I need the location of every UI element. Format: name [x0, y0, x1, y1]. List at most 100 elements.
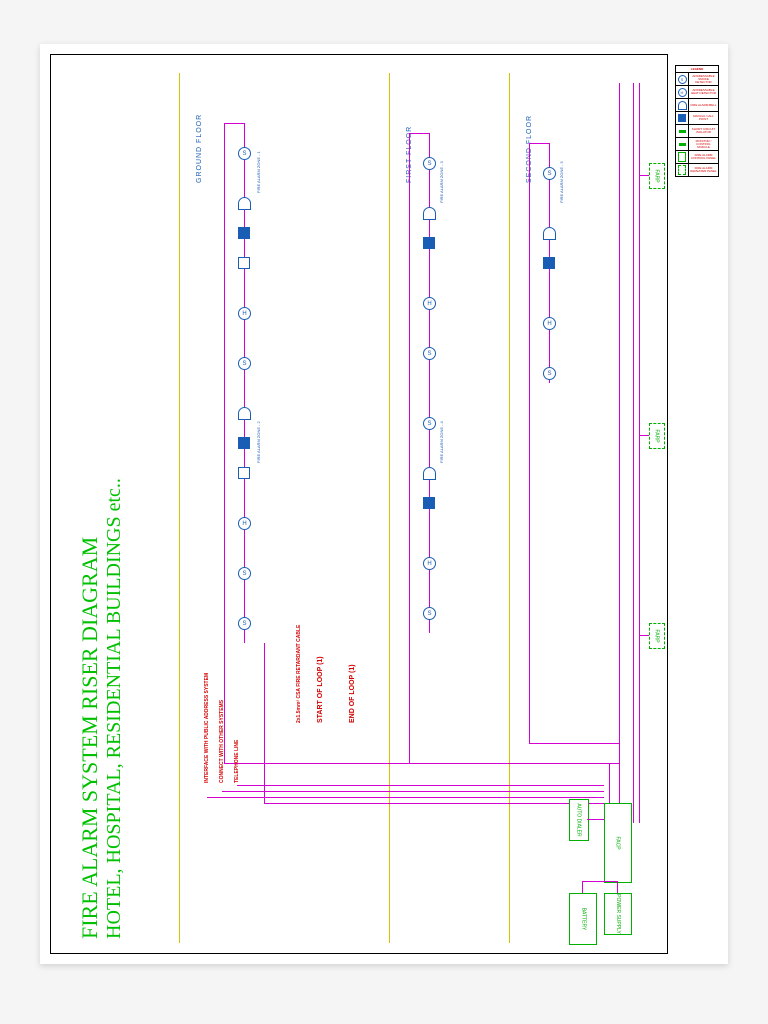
zone-label-2: FIRE ALARM ZONE - 2: [256, 421, 261, 463]
label-ground-floor: GROUND FLOOR: [196, 114, 203, 183]
device-smoke-2f-2: S: [543, 367, 555, 379]
label-other-systems: CONNECT WITH OTHER SYSTEMS: [219, 700, 225, 783]
legend-txt: FIRE ALARM CONTROL PANEL: [689, 151, 718, 163]
facp-label: FACP: [615, 836, 621, 849]
device-smoke-1f-1: S: [423, 157, 435, 169]
facp-feed-end-v: [609, 763, 610, 803]
legend-txt: MANUAL CALL POINT: [689, 112, 718, 124]
label-pa-interface: INTERFACE WITH PUBLIC ADDRESS SYSTEM: [204, 673, 210, 783]
farp-1f-label: FARP: [654, 429, 660, 442]
device-bell-1f-1: [423, 207, 435, 219]
farp-gf-label: FARP: [654, 629, 660, 642]
device-heat-1f-2: H: [423, 557, 435, 569]
power-supply-box: POWER SUPPLY: [604, 893, 632, 935]
legend-txt: FIRE ALARM BELL: [689, 99, 718, 111]
power-supply-label: POWER SUPPLY: [615, 894, 621, 934]
farp-riser-1: [633, 83, 634, 823]
legend-sym-heat: H: [676, 86, 689, 98]
loop-1f-cap: [409, 133, 429, 134]
device-mcp-1f-2: [423, 497, 435, 509]
loop-2f-right: [529, 743, 619, 744]
legend-row: S ADDRESSABLE SMOKE DETECTOR: [676, 73, 718, 86]
legend-sym-iso: [676, 125, 689, 137]
wire-power-batt-h: [582, 881, 617, 882]
device-mcp-2f: [543, 257, 555, 269]
drawing-area: FIRE ALARM SYSTEM RISER DIAGRAM HOTEL, H…: [59, 63, 659, 945]
device-bell-gf-2: [238, 407, 250, 419]
farp-1f: FARP: [649, 423, 665, 449]
title-line-2: HOTEL, HOSPITAL, RESIDENTIAL BUILDINGS e…: [103, 478, 126, 939]
facp-feed-start: [264, 803, 609, 804]
legend-row: MONITOR / CONTROL MODULE: [676, 138, 718, 151]
legend-title: LEGEND: [676, 66, 718, 73]
legend-sym-facp: [676, 151, 689, 163]
device-heat-2f: H: [543, 317, 555, 329]
legend-sym-farp: [676, 164, 689, 176]
farp-stub-gf: [639, 635, 649, 636]
loop-gf-cap: [224, 123, 244, 124]
device-mod-gf-1: [238, 257, 250, 269]
legend-box: LEGEND S ADDRESSABLE SMOKE DETECTOR H AD…: [675, 65, 719, 177]
legend-row: FIRE ALARM BELL: [676, 99, 718, 112]
legend-txt: SHORT CIRCUIT ISOLATOR: [689, 125, 718, 137]
device-smoke-2f-1: S: [543, 167, 555, 179]
drawing-frame: FIRE ALARM SYSTEM RISER DIAGRAM HOTEL, H…: [50, 54, 668, 954]
farp-riser-2: [639, 83, 640, 823]
legend-row: SHORT CIRCUIT ISOLATOR: [676, 125, 718, 138]
device-mod-gf-2: [238, 467, 250, 479]
device-smoke-gf-1: S: [238, 147, 250, 159]
loop-gf-top: [224, 123, 225, 763]
device-mcp-gf-1: [238, 227, 250, 239]
legend-sym-bell: [676, 99, 689, 111]
battery-box: BATTERY: [569, 893, 597, 945]
legend-txt: FIRE ALARM REPEATER PANEL: [689, 164, 718, 176]
riser-end: [619, 743, 620, 803]
device-bell-2f: [543, 227, 555, 239]
riser-start: [264, 643, 265, 803]
farp-gf: FARP: [649, 623, 665, 649]
zone-label-4: FIRE ALARM ZONE - 4: [439, 421, 444, 463]
zone-label-5: FIRE ALARM ZONE - 5: [559, 161, 564, 203]
battery-label: BATTERY: [580, 908, 586, 931]
loop-2f-riser-out: [619, 83, 620, 743]
floor-separator-g-base: [179, 73, 180, 943]
label-end-of-loop: END OF LOOP (1): [349, 664, 356, 723]
device-heat-gf-2: H: [238, 517, 250, 529]
legend-txt: ADDRESSABLE SMOKE DETECTOR: [689, 73, 718, 85]
device-bell-gf-1: [238, 197, 250, 209]
floor-separator-1-g: [389, 73, 390, 943]
zone-label-3: FIRE ALARM ZONE - 3: [439, 161, 444, 203]
device-smoke-gf-2: S: [238, 357, 250, 369]
label-cable-spec: 2x1.5mm² CSA FIRE RETARDANT CABLE: [296, 625, 302, 723]
legend-txt: MONITOR / CONTROL MODULE: [689, 138, 718, 150]
device-heat-gf-1: H: [238, 307, 250, 319]
legend-sym-mcp: [676, 112, 689, 124]
floor-separator-2-1: [509, 73, 510, 943]
legend-row: FIRE ALARM CONTROL PANEL: [676, 151, 718, 164]
facp-box: FACP: [604, 803, 632, 883]
wire-power-batt-v: [582, 881, 583, 893]
device-smoke-1f-4: S: [423, 607, 435, 619]
device-smoke-1f-2: S: [423, 347, 435, 359]
loop-2f-top: [529, 143, 530, 743]
legend-row: FIRE ALARM REPEATER PANEL: [676, 164, 718, 176]
wire-other: [222, 791, 604, 792]
wire-pa: [207, 797, 604, 798]
farp-stub-2f: [639, 175, 649, 176]
loop-1f-top: [409, 133, 410, 763]
drawing-sheet: FIRE ALARM SYSTEM RISER DIAGRAM HOTEL, H…: [40, 44, 728, 964]
legend-row: H ADDRESSABLE HEAT DETECTOR: [676, 86, 718, 99]
device-smoke-gf-3: S: [238, 567, 250, 579]
legend-sym-smoke: S: [676, 73, 689, 85]
device-smoke-gf-4: S: [238, 617, 250, 629]
loop-2f-dev-cap: [529, 143, 549, 144]
auto-dialer-label: AUTO DIALER: [576, 803, 582, 836]
wire-tel: [237, 785, 604, 786]
auto-dialer-box: AUTO DIALER: [569, 799, 589, 841]
device-mcp-gf-2: [238, 437, 250, 449]
device-heat-1f-1: H: [423, 297, 435, 309]
device-bell-1f-2: [423, 467, 435, 479]
legend-txt: ADDRESSABLE HEAT DETECTOR: [689, 86, 718, 98]
label-start-of-loop: START OF LOOP (1): [317, 656, 324, 723]
zone-label-1: FIRE ALARM ZONE - 1: [256, 151, 261, 193]
